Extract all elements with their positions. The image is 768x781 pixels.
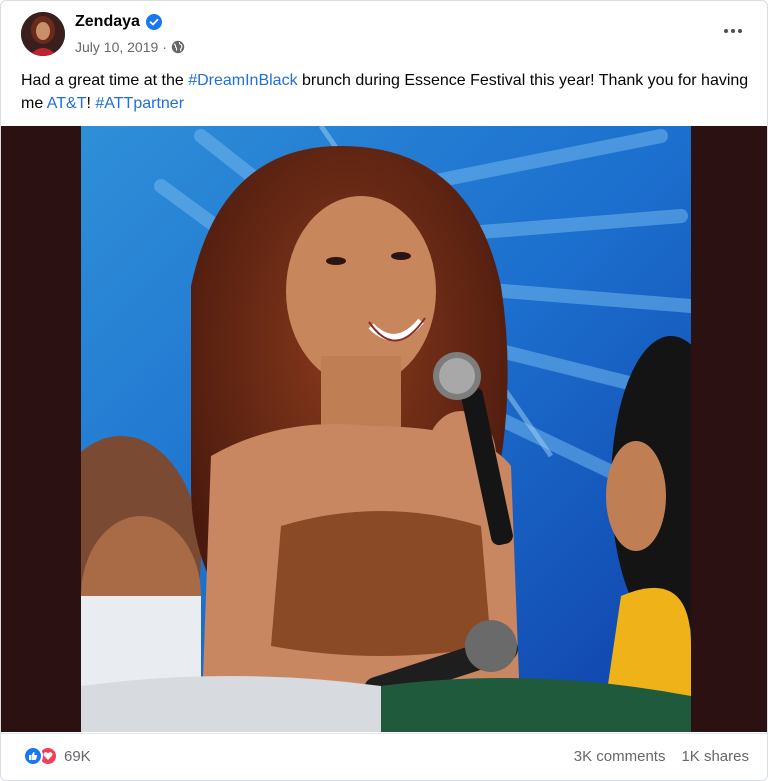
dot: [731, 29, 735, 33]
reaction-count: 69K: [64, 747, 91, 765]
globe-icon[interactable]: [171, 40, 185, 54]
reactions-summary[interactable]: 69K: [23, 746, 91, 766]
verified-badge-icon: [145, 14, 162, 30]
author-name[interactable]: Zendaya: [75, 13, 140, 31]
mention-att[interactable]: AT&T: [47, 95, 87, 112]
post-card: Zendaya July 10, 2019 · Had a great time…: [0, 0, 768, 781]
author-row: Zendaya: [75, 13, 162, 31]
photo-container: [1, 126, 767, 732]
post-header: Zendaya July 10, 2019 ·: [1, 1, 767, 65]
like-icon: [23, 746, 43, 766]
dot: [738, 29, 742, 33]
post-text-part: Had a great time at the: [21, 72, 189, 89]
engagement-counts: 3K comments 1K shares: [574, 748, 749, 765]
post-date[interactable]: July 10, 2019: [75, 39, 158, 55]
post-text: Had a great time at the #DreamInBlack br…: [21, 69, 751, 115]
meta-separator: ·: [162, 39, 167, 55]
hashtag-attpartner[interactable]: #ATTpartner: [95, 95, 184, 112]
post-footer: 69K 3K comments 1K shares: [1, 733, 767, 780]
dot: [724, 29, 728, 33]
post-photo[interactable]: [81, 126, 691, 732]
avatar[interactable]: [21, 12, 65, 56]
comments-count[interactable]: 3K comments: [574, 748, 666, 765]
hashtag-dreaminblack[interactable]: #DreamInBlack: [188, 72, 297, 89]
more-options-icon[interactable]: [719, 17, 747, 45]
shares-count[interactable]: 1K shares: [681, 748, 749, 765]
post-meta: July 10, 2019 ·: [75, 39, 185, 55]
